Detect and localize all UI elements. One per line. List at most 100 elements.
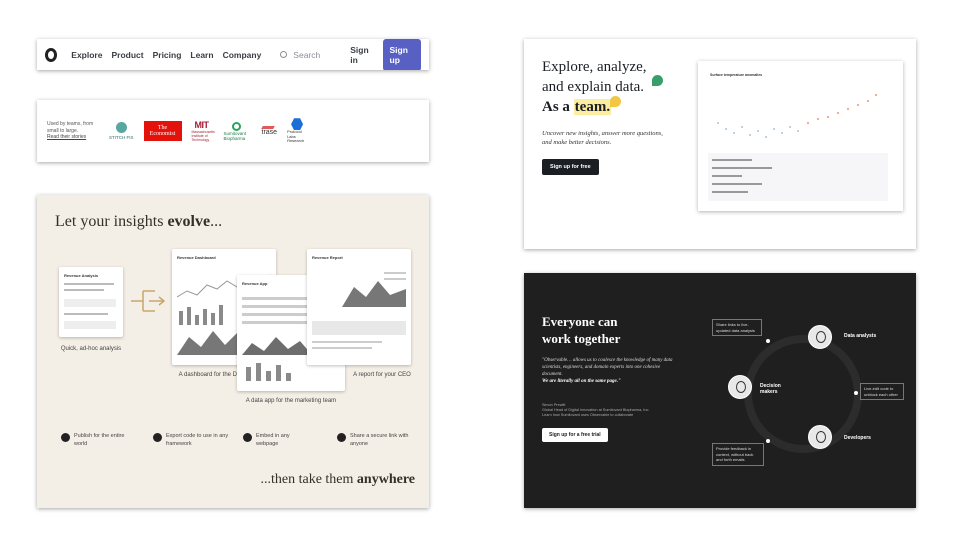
hero-subtitle: Uncover new insights, answer more questi…	[542, 130, 663, 146]
hero-team-highlight: team.	[573, 99, 612, 115]
collab-title: Everyone can work together	[542, 313, 620, 347]
globe-icon	[61, 433, 70, 442]
mit-mark: MIT	[194, 120, 210, 130]
dashboard-title: Revenue Dashboard	[177, 255, 216, 260]
evolve-panel: Let your insights evolve... Revenue Anal…	[37, 195, 429, 508]
code-export-icon	[153, 433, 162, 442]
ring-node	[766, 339, 770, 343]
evolve-title-bold: evolve	[167, 213, 211, 230]
trase-mark-icon	[260, 126, 275, 129]
tagline-pre: ...then take them	[260, 472, 357, 487]
attr-link[interactable]: Learn how Sumitovant uses Observable to …	[542, 413, 633, 417]
hero-line-2: and explain data.	[542, 79, 645, 95]
sign-in-link[interactable]: Sign in	[350, 45, 372, 65]
developer-avatar	[808, 425, 832, 449]
nav-pricing[interactable]: Pricing	[153, 50, 182, 60]
stitchfix-logo: STITCH FIX	[109, 122, 134, 140]
decision-maker-avatar	[728, 375, 752, 399]
branch-arrows-icon	[131, 290, 166, 312]
search-placeholder: Search	[293, 49, 321, 60]
signup-free-button[interactable]: Sign up for free	[542, 159, 599, 175]
feature-export-text: Export code to use in any framework	[166, 433, 229, 447]
note-feedback: Provide feedback in context, without bac…	[712, 443, 764, 466]
nav-explore[interactable]: Explore	[71, 50, 102, 60]
adhoc-notebook-thumb: Revenue Analysis	[59, 267, 123, 337]
sign-up-button[interactable]: Sign up	[382, 39, 421, 70]
note-share-links: Share links to live-updated data analysi…	[712, 319, 762, 336]
yellow-cursor-icon	[610, 96, 621, 107]
mit-text: Massachusetts Institute of Technology	[191, 130, 215, 142]
sumitovant-logo: Sumitovant Biopharma	[223, 121, 252, 141]
quote-bold: We are literally all on the same page."	[542, 379, 621, 384]
feature-export: Export code to use in any framework	[153, 433, 231, 448]
report-caption: A report for your CEO	[353, 372, 411, 378]
used-by-label: Used by teams, from small to large.	[47, 121, 94, 134]
code-block	[64, 321, 116, 329]
hero-panel: Explore, analyze, and explain data. As a…	[524, 39, 916, 249]
collaboration-panel: Everyone can work together "Observable… …	[524, 273, 916, 508]
hero-line-1: Explore, analyze,	[542, 59, 647, 75]
economist-line-2: Economist	[149, 131, 176, 137]
ring-node	[854, 391, 858, 395]
trase-name: trase	[261, 129, 278, 136]
text-line	[64, 283, 114, 285]
ring-node	[766, 439, 770, 443]
role-developers: Developers	[844, 435, 871, 441]
hero-line-3-pre: As a	[542, 99, 574, 115]
evolve-tagline: ...then take them anywhere	[261, 472, 416, 488]
protocol-labs-logo: Protocol Labs Research	[287, 118, 309, 144]
evolve-title-pre: Let your insights	[55, 213, 168, 230]
stitchfix-mark-icon	[115, 122, 127, 133]
read-stories-link[interactable]: Read their stories	[47, 134, 86, 140]
signup-trial-button[interactable]: Sign up for a free trial	[542, 428, 608, 442]
collab-title-2: work together	[542, 331, 621, 346]
stitchfix-name: STITCH FIX	[109, 135, 134, 140]
quote-text: "Observable… allows us to coalesce the k…	[542, 358, 673, 377]
embed-icon	[243, 433, 252, 442]
hero-headline: Explore, analyze, and explain data.	[542, 57, 647, 97]
text-line	[64, 313, 108, 315]
protocol-labs-name: Protocol Labs Research	[287, 129, 305, 144]
used-by-text: Used by teams, from small to large. Read…	[47, 121, 95, 141]
attr-role: Global Head of Digital Innovation at Sum…	[542, 408, 650, 412]
observable-logo-icon[interactable]	[45, 47, 58, 62]
nav-product[interactable]: Product	[111, 50, 143, 60]
evolve-title-post: ...	[210, 213, 223, 230]
app-title: Revenue App	[242, 281, 268, 286]
search-icon	[280, 51, 288, 58]
report-charts	[312, 272, 406, 349]
sumitovant-mark-icon	[231, 121, 241, 131]
chart-title: Surface temperature anomalies	[710, 73, 763, 77]
app-caption: A data app for the marketing team	[245, 398, 337, 404]
testimonial-attribution: Simon Prewitt Global Head of Digital Inn…	[542, 403, 682, 418]
text-line	[64, 289, 104, 291]
feature-embed-text: Embed in any webpage	[256, 433, 290, 447]
role-decision-makers: Decision makers	[760, 383, 781, 395]
green-cursor-icon	[652, 75, 663, 86]
collab-title-1: Everyone can	[542, 314, 618, 329]
role-data-analysts: Data analysts	[844, 333, 877, 339]
top-navigation: Explore Product Pricing Learn Company Se…	[37, 39, 429, 70]
search-input[interactable]: Search	[280, 50, 320, 60]
attr-name: Simon Prewitt	[542, 403, 566, 407]
feature-publish: Publish for the entire world	[61, 433, 129, 448]
nav-company[interactable]: Company	[223, 50, 262, 60]
evolve-title: Let your insights evolve...	[55, 213, 222, 231]
feature-share: Share a secure link with anyone	[337, 433, 413, 448]
economist-logo: The Economist	[143, 121, 182, 141]
data-analyst-avatar	[808, 325, 832, 349]
notebook-screenshot: Surface temperature anomalies	[698, 61, 903, 211]
trase-logo: trase	[260, 126, 278, 136]
customer-logos-strip: Used by teams, from small to large. Read…	[37, 100, 429, 162]
report-title: Revenue Report	[312, 255, 343, 260]
hero-line-3: As a team.	[542, 99, 612, 116]
sumitovant-name: Sumitovant Biopharma	[223, 130, 247, 141]
share-link-icon	[337, 433, 346, 442]
note-live-edit: Live-edit code to unblock each other	[860, 383, 904, 400]
feature-publish-text: Publish for the entire world	[74, 433, 125, 447]
testimonial-quote: "Observable… allows us to coalesce the k…	[542, 357, 677, 385]
adhoc-caption: Quick, ad-hoc analysis	[60, 346, 122, 352]
nav-learn[interactable]: Learn	[190, 50, 213, 60]
feature-embed: Embed in any webpage	[243, 433, 313, 448]
mit-logo: MIT Massachusetts Institute of Technolog…	[191, 120, 215, 142]
